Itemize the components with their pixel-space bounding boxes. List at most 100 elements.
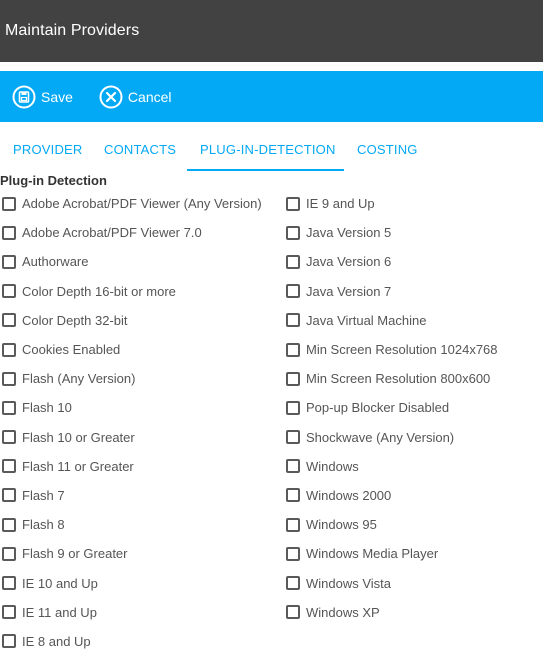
plugin-checkbox-item[interactable]: Flash 8 (2, 510, 262, 539)
checkbox[interactable] (2, 634, 16, 649)
checkbox[interactable] (2, 459, 16, 474)
checkbox-label: Java Version 6 (306, 254, 392, 270)
checkbox-label: Cookies Enabled (22, 342, 121, 358)
plugin-checkbox-item[interactable]: Min Screen Resolution 800x600 (286, 364, 498, 393)
cancel-button[interactable]: Cancel (99, 85, 172, 109)
checkbox[interactable] (2, 517, 16, 532)
checkbox[interactable] (286, 225, 300, 240)
plugin-checkbox-item[interactable]: Java Version 6 (286, 247, 498, 276)
checkbox-label: Windows XP (306, 604, 380, 620)
checkbox[interactable] (286, 576, 300, 591)
checkbox[interactable] (286, 400, 300, 415)
checkbox-label: Flash 9 or Greater (22, 546, 128, 562)
checkbox-label: Flash 7 (22, 487, 65, 503)
checkbox[interactable] (286, 605, 300, 620)
checkbox-label: IE 8 and Up (22, 633, 91, 649)
checkbox[interactable] (2, 342, 16, 357)
plugin-checkbox-item[interactable]: Windows Media Player (286, 539, 498, 568)
checkbox-label: Min Screen Resolution 1024x768 (306, 342, 498, 358)
save-icon (12, 85, 36, 109)
plugin-checkbox-item[interactable]: Pop-up Blocker Disabled (286, 393, 498, 422)
checkbox[interactable] (2, 254, 16, 269)
tab-bar: PROVIDER CONTACTS PLUG-IN-DETECTION COST… (0, 127, 543, 171)
checkbox-label: Shockwave (Any Version) (306, 429, 455, 445)
checkbox-label: Color Depth 16-bit or more (22, 283, 176, 299)
plugin-checkbox-item[interactable]: Java Version 5 (286, 218, 498, 247)
checkbox[interactable] (286, 488, 300, 503)
checkbox-label: IE 9 and Up (306, 196, 375, 212)
checkbox[interactable] (286, 546, 300, 561)
checkbox[interactable] (286, 196, 300, 211)
checkbox-label: Windows 95 (306, 517, 377, 533)
plugin-checkbox-item[interactable]: Java Version 7 (286, 277, 498, 306)
checkbox-label: Min Screen Resolution 800x600 (306, 371, 491, 387)
plugin-checkbox-item[interactable]: Adobe Acrobat/PDF Viewer (Any Version) (2, 189, 262, 218)
plugin-checkbox-item[interactable]: Flash 10 (2, 393, 262, 422)
plugin-checkbox-item[interactable]: Windows XP (286, 598, 498, 627)
plugin-checkbox-item[interactable]: Cookies Enabled (2, 335, 262, 364)
tab-contacts[interactable]: CONTACTS (91, 127, 187, 171)
checkbox[interactable] (2, 546, 16, 561)
plugin-checkbox-item[interactable]: Flash 7 (2, 481, 262, 510)
checkbox-label: Flash (Any Version) (22, 371, 136, 387)
plugin-checkbox-item[interactable]: IE 10 and Up (2, 568, 262, 597)
checkbox-label: IE 11 and Up (22, 604, 97, 620)
checkbox[interactable] (286, 284, 300, 299)
checkbox[interactable] (286, 371, 300, 386)
tab-plug-in-detection[interactable]: PLUG-IN-DETECTION (187, 127, 344, 171)
plugin-checkbox-item[interactable]: Windows 2000 (286, 481, 498, 510)
checkbox[interactable] (2, 576, 16, 591)
checkbox[interactable] (2, 284, 16, 299)
checkbox[interactable] (2, 313, 16, 328)
checkbox[interactable] (2, 225, 16, 240)
plugin-checkbox-item[interactable]: IE 9 and Up (286, 189, 498, 218)
plugin-checkbox-item[interactable]: Flash 9 or Greater (2, 539, 262, 568)
checkbox[interactable] (2, 400, 16, 415)
checkbox-label: Adobe Acrobat/PDF Viewer 7.0 (22, 225, 202, 241)
plugin-checkbox-item[interactable]: Color Depth 16-bit or more (2, 277, 262, 306)
plugin-list-left: Adobe Acrobat/PDF Viewer (Any Version) Ad… (2, 189, 262, 656)
checkbox-label: Java Version 7 (306, 283, 392, 299)
tab-costing[interactable]: COSTING (344, 127, 430, 171)
checkbox[interactable] (2, 430, 16, 445)
plugin-checkbox-item[interactable]: Min Screen Resolution 1024x768 (286, 335, 498, 364)
plugin-checkbox-item[interactable]: IE 11 and Up (2, 598, 262, 627)
checkbox[interactable] (286, 459, 300, 474)
plugin-checkbox-item[interactable]: Adobe Acrobat/PDF Viewer 7.0 (2, 218, 262, 247)
checkbox[interactable] (2, 196, 16, 211)
tab-provider[interactable]: PROVIDER (0, 127, 91, 171)
checkbox-label: Pop-up Blocker Disabled (306, 400, 450, 416)
plugin-checkbox-item[interactable]: Windows (286, 452, 498, 481)
checkbox-label: IE 10 and Up (22, 575, 98, 591)
save-label: Save (41, 88, 73, 105)
plugin-checkbox-item[interactable]: Flash (Any Version) (2, 364, 262, 393)
checkbox[interactable] (2, 488, 16, 503)
title-bar: Maintain Providers (0, 0, 543, 62)
checkbox-label: Flash 10 or Greater (22, 429, 135, 445)
checkbox-label: Flash 11 or Greater (22, 458, 134, 474)
checkbox[interactable] (286, 430, 300, 445)
checkbox-label: Flash 10 (22, 400, 72, 416)
checkbox-label: Color Depth 32-bit (22, 312, 128, 328)
checkbox-label: Windows Media Player (306, 546, 439, 562)
checkbox[interactable] (286, 254, 300, 269)
checkbox[interactable] (286, 342, 300, 357)
checkbox-label: Adobe Acrobat/PDF Viewer (Any Version) (22, 196, 262, 212)
save-button[interactable]: Save (12, 85, 73, 109)
plugin-checkbox-item[interactable]: Shockwave (Any Version) (286, 423, 498, 452)
checkbox-label: Windows (306, 458, 359, 474)
plugin-checkbox-item[interactable]: Java Virtual Machine (286, 306, 498, 335)
plugin-checkbox-item[interactable]: Color Depth 32-bit (2, 306, 262, 335)
plugin-checkbox-item[interactable]: Windows Vista (286, 568, 498, 597)
checkbox[interactable] (2, 371, 16, 386)
plugin-checkbox-item[interactable]: Flash 11 or Greater (2, 452, 262, 481)
section-title: Plug-in Detection (0, 173, 107, 188)
checkbox[interactable] (286, 313, 300, 328)
checkbox[interactable] (2, 605, 16, 620)
checkbox[interactable] (286, 517, 300, 532)
plugin-checkbox-item[interactable]: Authorware (2, 247, 262, 276)
page-title: Maintain Providers (5, 22, 140, 39)
plugin-checkbox-item[interactable]: Flash 10 or Greater (2, 423, 262, 452)
plugin-checkbox-item[interactable]: IE 8 and Up (2, 627, 262, 656)
plugin-checkbox-item[interactable]: Windows 95 (286, 510, 498, 539)
